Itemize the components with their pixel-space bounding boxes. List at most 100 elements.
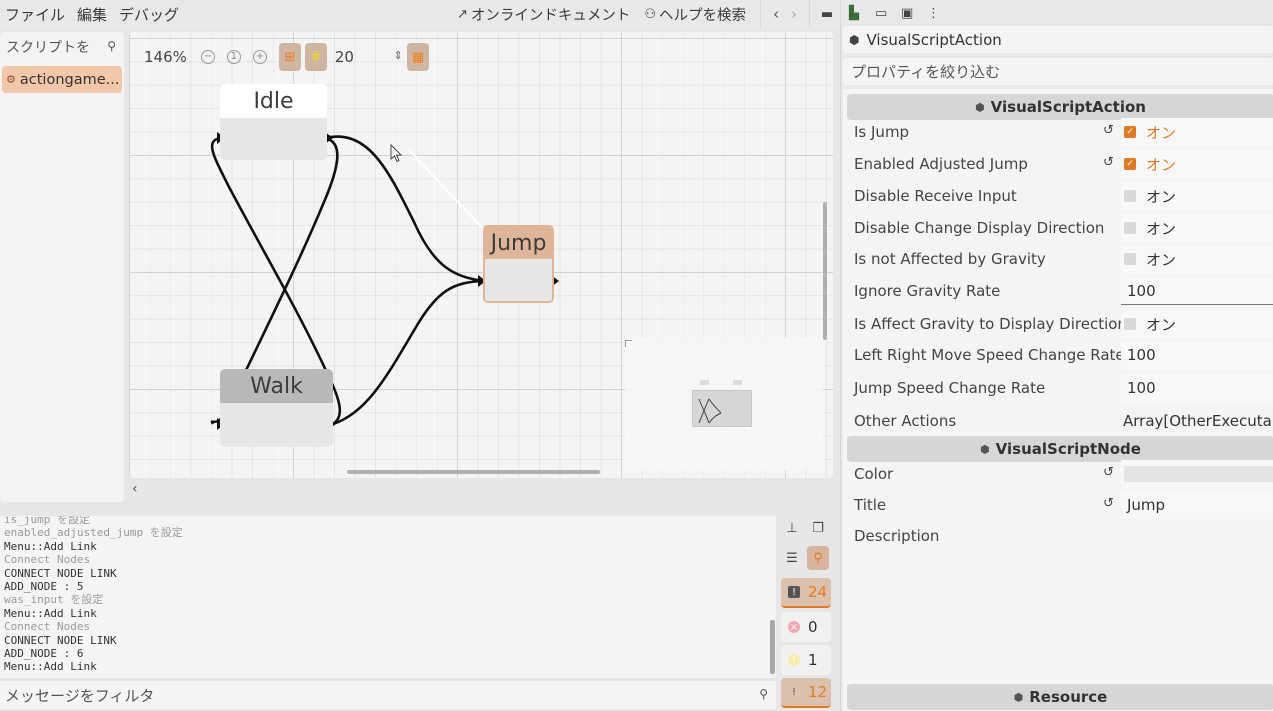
toggle-panel-button[interactable]: ‹ [132,481,138,497]
property-number-input[interactable]: 100 [1121,277,1273,305]
class-icon: ⬢ [1013,690,1024,704]
minimap-node-port [700,380,709,385]
property-is-not-affected-by-gravity: Is not Affected by Gravity オン [843,244,1273,274]
property-is-affect-gravity-to-display-direction: Is Affect Gravity to Display Direction オン [843,309,1273,339]
revert-icon[interactable]: ↺ [1103,155,1114,170]
zoom-reset-button[interactable]: 1 [226,50,241,64]
node-title: Idle [220,84,327,118]
script-list-item-label: actiongame... [19,71,120,88]
property-label: Is Affect Gravity to Display Direction [854,315,1127,333]
graph-vertical-scrollbar[interactable] [823,202,827,340]
inspected-object-selector[interactable]: ⬢ VisualScriptAction [843,26,1273,53]
more-options-icon[interactable]: ⋮ [927,6,953,21]
menu-edit[interactable]: 編集 [71,4,113,25]
filter-errors-button[interactable]: × 0 [781,612,831,642]
property-number-input[interactable]: 100 [1121,374,1273,402]
zoom-out-button[interactable]: − [200,50,215,64]
toggle-search-icon[interactable]: ⚲ [807,546,829,570]
script-filter-input[interactable]: スクリプトを ⚲ [2,34,122,60]
property-label: Title [854,496,887,514]
color-swatch[interactable] [1124,466,1273,482]
checkbox-unchecked-icon[interactable] [1124,318,1136,330]
graph-node-idle[interactable]: Idle [220,84,327,160]
script-icon: ⚙ [6,73,16,86]
snap-toggle-icon[interactable]: ⊞ [278,43,301,71]
graph-node-jump[interactable]: Jump [483,225,554,303]
revert-icon[interactable]: ↺ [1103,465,1114,480]
property-label: Left Right Move Speed Change Rate [854,346,1125,364]
zoom-in-button[interactable]: + [252,50,267,64]
mouse-cursor-icon [390,143,403,163]
property-color: Color ↺ [843,459,1273,489]
copy-output-icon[interactable]: ❐ [807,516,829,540]
output-filter-placeholder: メッセージをフィルタ [5,686,155,705]
graph-horizontal-scrollbar[interactable] [347,470,600,474]
property-checkbox[interactable]: オン [1121,245,1273,273]
property-color-picker[interactable] [1121,460,1273,488]
script-filter-placeholder: スクリプトを [6,40,90,56]
snap-distance-input[interactable]: 20 ⇕ [331,43,403,71]
property-number-input[interactable]: 100 [1121,341,1273,369]
log-line: Menu::Add Link [4,539,97,553]
scripts-panel: スクリプトを ⚲ ⚙ actiongame... [0,32,124,502]
property-checkbox[interactable]: オン [1121,214,1273,242]
section-header-resource[interactable]: ⬢ Resource [847,684,1273,710]
menu-debug[interactable]: デバッグ [113,4,185,25]
filter-editor-messages-button[interactable]: ǃ 12 [781,678,831,708]
search-help-link[interactable]: ⚇ ヘルプを検索 [644,4,746,25]
checkbox-checked-icon[interactable]: ✓ [1124,158,1136,170]
collapse-duplicates-icon[interactable]: ☰ [781,546,803,570]
minimap-toggle-icon[interactable]: ▦ [406,43,429,71]
revert-icon[interactable]: ↺ [1103,496,1114,511]
graph-node-walk[interactable]: Walk [220,369,333,447]
checkbox-unchecked-icon[interactable] [1124,222,1136,234]
link-walk-to-jump[interactable] [332,279,485,426]
property-title: Title ↺ Jump [843,490,1273,520]
new-resource-icon[interactable]: ▙ [849,6,875,21]
save-icon[interactable]: ▣ [901,6,927,21]
log-line: Connect Nodes [4,620,91,634]
checkbox-label: オン [1146,123,1177,142]
property-array-button[interactable]: Array[OtherExecutable [1121,407,1273,435]
clear-output-icon[interactable]: ⊥ [781,516,803,540]
minimap[interactable] [625,338,823,470]
grid-toggle-icon[interactable]: # [304,43,327,71]
checkbox-unchecked-icon[interactable] [1124,253,1136,265]
log-line: Connect Nodes [4,553,91,567]
section-title: VisualScriptAction [990,98,1146,116]
property-is-jump: Is Jump ↺ ✓ オン [843,117,1273,147]
property-checkbox[interactable]: ✓ オン [1121,118,1273,146]
spinner-icon[interactable]: ⇕ [394,49,403,62]
node-body [220,118,327,160]
property-checkbox[interactable]: オン [1121,310,1273,338]
property-checkbox[interactable]: ✓ オン [1121,150,1273,178]
filter-messages-button[interactable]: ! 24 [781,578,831,608]
online-docs-link[interactable]: ↗ オンラインドキュメント [457,4,630,25]
link-idle-to-jump[interactable] [324,135,485,283]
graph-editor[interactable]: Idle Jump Walk 146% − 1 + ⊞ # 20 ⇕ ▦ [129,32,833,478]
object-icon: ⬢ [849,32,860,47]
history-back-button[interactable]: ‹ [767,5,785,23]
menu-file[interactable]: ファイル [0,4,71,25]
script-list-item[interactable]: ⚙ actiongame... [2,66,122,93]
property-enabled-adjusted-jump: Enabled Adjusted Jump ↺ ✓ オン [843,149,1273,179]
open-folder-icon[interactable]: ▭ [875,6,901,21]
log-line: CONNECT NODE LINK [4,566,117,580]
make-floating-icon[interactable]: ▬ [814,7,840,22]
property-checkbox[interactable]: オン [1121,182,1273,210]
property-filter-input[interactable]: プロパティを絞り込む [843,58,1273,85]
output-filter-input[interactable]: メッセージをフィルタ ⚲ [0,681,776,709]
checkbox-checked-icon[interactable]: ✓ [1124,126,1136,138]
graph-toolbar: 146% − 1 + ⊞ # 20 ⇕ ▦ [144,42,433,72]
output-scrollbar[interactable] [770,620,775,674]
history-forward-button[interactable]: › [785,5,803,23]
property-text-input[interactable]: Jump [1121,491,1273,519]
minimap-resize-handle[interactable] [625,340,632,347]
revert-icon[interactable]: ↺ [1103,123,1114,138]
filter-warnings-button[interactable]: ! 1 [781,645,831,675]
inspected-object-name: VisualScriptAction [866,30,1002,49]
property-label: Other Actions [854,412,957,430]
property-ignore-gravity-rate: Ignore Gravity Rate 100 [843,276,1273,306]
checkbox-unchecked-icon[interactable] [1124,190,1136,202]
property-filter-placeholder: プロパティを絞り込む [851,63,1001,81]
